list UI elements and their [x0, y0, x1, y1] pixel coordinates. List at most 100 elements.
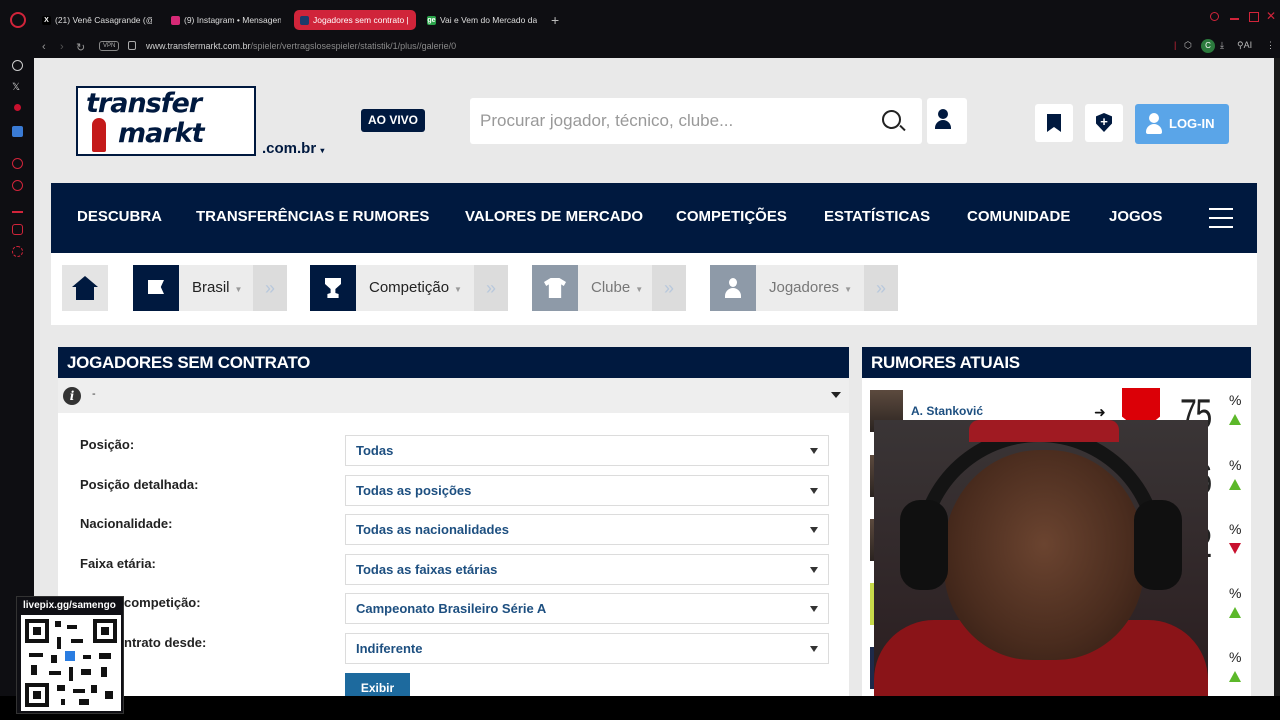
- nav-item-jogos[interactable]: JOGOS: [1109, 208, 1162, 225]
- caret-down-icon: ▾: [320, 146, 325, 155]
- breadcrumb-club-label: Clube ▼: [578, 265, 656, 311]
- competition-select[interactable]: Campeonato Brasileiro Série A: [345, 593, 829, 624]
- watchlist-button[interactable]: [1035, 104, 1073, 142]
- instagram-icon: [171, 15, 180, 25]
- nav-item-competicoes[interactable]: COMPETIÇÕES: [676, 208, 787, 225]
- extensions-sidebar-icon[interactable]: [12, 224, 23, 235]
- player-search-button[interactable]: [927, 98, 967, 144]
- breadcrumb-text: Jogadores: [769, 279, 840, 296]
- chevrons-right-icon[interactable]: »: [474, 265, 508, 311]
- nav-item-estatisticas[interactable]: ESTATÍSTICAS: [824, 208, 930, 225]
- trend-up-icon: [1229, 414, 1241, 425]
- domain-selector[interactable]: .com.br ▾: [262, 140, 324, 157]
- minimize-icon[interactable]: [1230, 12, 1239, 20]
- x-sidebar-icon[interactable]: 𝕏: [12, 82, 23, 93]
- maximize-icon[interactable]: [1249, 12, 1259, 22]
- nav-item-comunidade[interactable]: COMUNIDADE: [967, 208, 1070, 225]
- ai-text: AI: [1243, 40, 1253, 50]
- headset-ear-left: [900, 500, 948, 590]
- bottom-strip: [0, 696, 1280, 720]
- search-icon[interactable]: [882, 110, 901, 129]
- page-scrollbar[interactable]: [1274, 58, 1280, 696]
- headset-band: [969, 420, 1119, 442]
- user-icon: [1149, 113, 1159, 123]
- person-search-icon: [938, 109, 948, 119]
- select-value: Todas as faixas etárias: [356, 562, 498, 577]
- menu-icon[interactable]: ⋮: [1266, 40, 1275, 51]
- tab-transfermarkt[interactable]: Jogadores sem contrato |: [294, 10, 416, 30]
- nav-item-valores[interactable]: VALORES DE MERCADO: [465, 208, 643, 225]
- tab-twitter[interactable]: X (21) Venê Casagrande (@v: [36, 10, 158, 30]
- forward-icon[interactable]: ›: [60, 41, 64, 53]
- show-button[interactable]: Exibir: [345, 673, 410, 696]
- chevrons-right-icon[interactable]: »: [652, 265, 686, 311]
- search-input[interactable]: [480, 98, 870, 144]
- search-tabs-icon[interactable]: [1210, 12, 1219, 21]
- player-name[interactable]: A. Stanković: [911, 404, 983, 418]
- caret-down-icon: ▼: [234, 285, 243, 294]
- tab-instagram[interactable]: (9) Instagram • Mensagen: [165, 10, 287, 30]
- percent-sign: %: [1229, 521, 1242, 537]
- downloads-icon[interactable]: [12, 202, 23, 213]
- caret-down-icon[interactable]: [831, 392, 841, 398]
- breadcrumb: Brasil ▼ » Competição ▼ » Clube ▼ » Jogador…: [51, 253, 1257, 325]
- percent-sign: %: [1229, 585, 1242, 601]
- player-icon[interactable]: [12, 158, 23, 169]
- info-text: -: [92, 388, 96, 400]
- back-icon[interactable]: ‹: [42, 41, 46, 53]
- reload-icon[interactable]: ↻: [76, 41, 85, 54]
- download-icon[interactable]: ⤓: [1220, 40, 1224, 51]
- caret-down-icon: ▼: [844, 285, 852, 294]
- music-icon[interactable]: [14, 104, 21, 111]
- contract-select[interactable]: Indiferente: [345, 633, 829, 664]
- filter-row-age: Faixa etária: Todas as faixas etárias: [58, 554, 849, 586]
- transfermarkt-logo[interactable]: transfer markt: [76, 86, 256, 156]
- opera-logo-icon[interactable]: [10, 12, 26, 28]
- new-tab-button[interactable]: +: [551, 12, 559, 28]
- nationality-select[interactable]: Todas as nacionalidades: [345, 514, 829, 545]
- breadcrumb-players-label: Jogadores ▼: [756, 265, 864, 311]
- filter-row-detailed-position: Posição detalhada: Todas as posições: [58, 475, 849, 507]
- login-button[interactable]: LOG-IN: [1135, 104, 1229, 144]
- breadcrumb-text: Brasil: [192, 279, 230, 296]
- age-select[interactable]: Todas as faixas etárias: [345, 554, 829, 585]
- browser-tab-bar: X (21) Venê Casagrande (@v (9) Instagram…: [0, 0, 1280, 38]
- hamburger-menu-icon[interactable]: [1209, 208, 1233, 228]
- tab-label: (21) Venê Casagrande (@v: [55, 15, 152, 25]
- logo-text-1: transfer: [86, 88, 202, 119]
- nav-item-transferencias[interactable]: TRANSFERÊNCIAS E RUMORES: [196, 208, 429, 225]
- vpn-badge[interactable]: VPN: [99, 41, 120, 51]
- trend-up-icon: [1229, 479, 1241, 490]
- arrow-right-icon: ➜: [1094, 404, 1106, 420]
- chatgpt-icon[interactable]: [12, 60, 23, 71]
- person-icon-box: [710, 265, 756, 311]
- close-icon[interactable]: ✕: [1266, 9, 1276, 23]
- extensions-icon[interactable]: ⬡: [1184, 40, 1192, 51]
- chevrons-right-icon[interactable]: »: [864, 265, 898, 311]
- info-bar[interactable]: i -: [58, 378, 849, 413]
- filter-label: ntrato desde:: [124, 635, 207, 650]
- history-icon[interactable]: [12, 180, 23, 191]
- lock-icon[interactable]: [128, 41, 136, 50]
- filter-label: Posição detalhada:: [80, 477, 199, 492]
- login-label: LOG-IN: [1169, 116, 1215, 131]
- url-field[interactable]: www.transfermarkt.com.br/spieler/vertrag…: [146, 41, 456, 51]
- favorites-button[interactable]: +: [1085, 104, 1123, 142]
- settings-icon[interactable]: [12, 246, 23, 257]
- home-icon: [72, 276, 98, 287]
- dropdown-arrow-icon: [810, 448, 818, 454]
- app-icon[interactable]: [12, 126, 23, 137]
- tab-ge[interactable]: ge Vai e Vem do Mercado da: [421, 10, 543, 30]
- chevrons-right-icon[interactable]: »: [253, 265, 287, 311]
- headset-ear-right: [1134, 500, 1182, 590]
- position-select[interactable]: Todas: [345, 435, 829, 466]
- nav-item-descubra[interactable]: DESCUBRA: [77, 208, 162, 225]
- profile-avatar[interactable]: C: [1201, 39, 1215, 53]
- live-button[interactable]: AO VIVO: [361, 109, 425, 132]
- detailed-position-select[interactable]: Todas as posições: [345, 475, 829, 506]
- person-search-icon-body: [935, 120, 951, 129]
- breadcrumb-competition-label: Competição ▼: [356, 265, 474, 311]
- ai-label[interactable]: ⚲AI: [1237, 40, 1252, 51]
- home-button[interactable]: [62, 265, 108, 311]
- logo-player-icon: [92, 118, 106, 152]
